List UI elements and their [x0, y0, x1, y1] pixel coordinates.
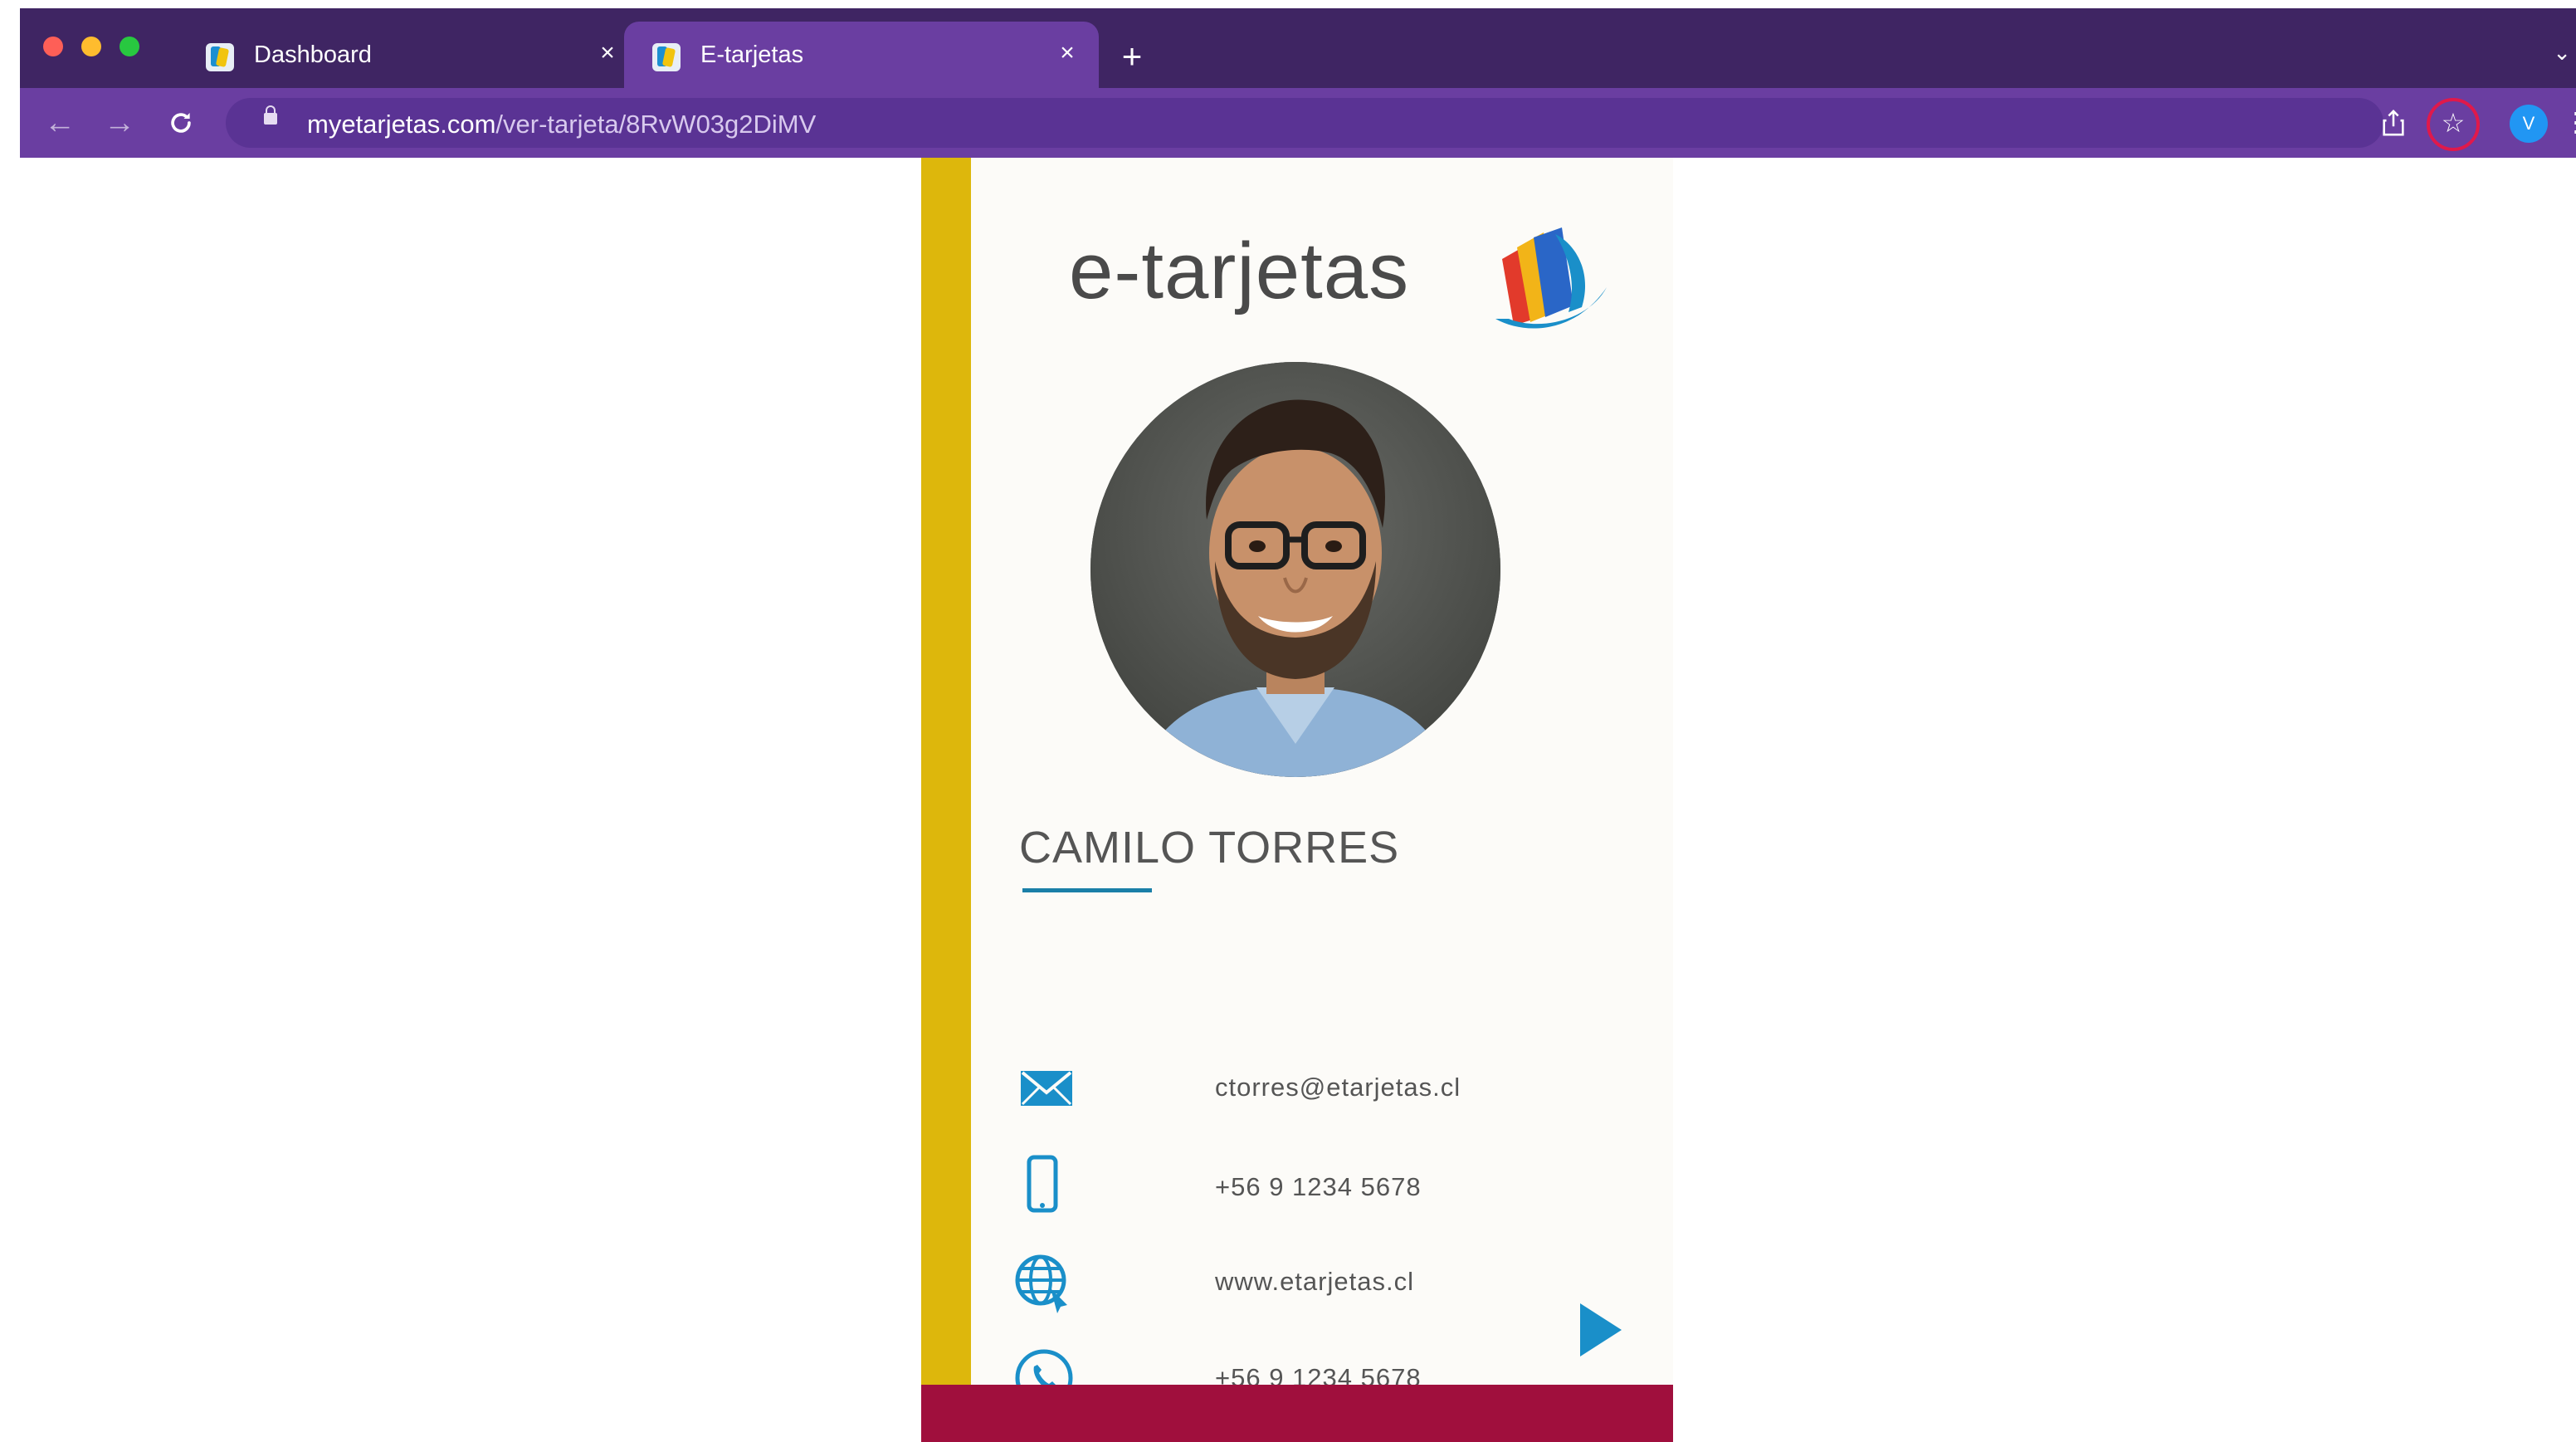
- forward-button[interactable]: →: [101, 105, 138, 141]
- maximize-window-button[interactable]: [120, 37, 139, 56]
- e-tarjetas-logo-icon: [1495, 227, 1607, 329]
- contact-website[interactable]: www.etarjetas.cl: [1012, 1249, 1593, 1315]
- tab-label: Dashboard: [254, 42, 372, 68]
- close-window-button[interactable]: [43, 37, 63, 56]
- reload-icon: [171, 112, 191, 133]
- contact-email[interactable]: ctorres@etarjetas.cl: [1012, 1054, 1593, 1121]
- tab-e-tarjetas[interactable]: E-tarjetas ×: [624, 22, 1099, 88]
- page-content: e-tarjetas CAMILO TORRES ctorres@etarjet…: [20, 158, 2576, 1442]
- close-tab-icon[interactable]: ×: [1051, 37, 1084, 70]
- e-tarjetas-favicon-icon: [206, 43, 234, 71]
- back-button[interactable]: ←: [41, 105, 78, 141]
- close-tab-icon[interactable]: ×: [591, 37, 624, 70]
- url-host: myetarjetas.com: [307, 110, 496, 139]
- minimize-window-button[interactable]: [81, 37, 101, 56]
- share-icon-glyph: [2383, 110, 2404, 136]
- phone-icon: [1027, 1155, 1058, 1213]
- browser-toolbar: ← → myetarjetas.com/ver-tarjeta/8RvW03g2…: [20, 88, 2576, 158]
- business-card: e-tarjetas CAMILO TORRES ctorres@etarjet…: [921, 158, 1673, 1442]
- tab-label: E-tarjetas: [700, 42, 804, 68]
- profile-photo: [1090, 362, 1500, 777]
- globe-icon: [1015, 1254, 1067, 1313]
- person-name: CAMILO TORRES: [1019, 823, 1400, 873]
- reload-button[interactable]: [163, 105, 199, 141]
- tab-dashboard[interactable]: Dashboard ×: [178, 22, 639, 88]
- profile-portrait: [1090, 362, 1500, 777]
- profile-avatar[interactable]: V: [2510, 105, 2548, 143]
- chevron-down-icon[interactable]: ⌄: [2553, 40, 2571, 66]
- next-arrow-button[interactable]: [1570, 1297, 1628, 1363]
- browser-menu-icon[interactable]: ⋮: [2563, 106, 2576, 138]
- new-tab-button[interactable]: +: [1114, 37, 1150, 76]
- name-underline: [1022, 888, 1152, 892]
- bookmark-star-icon[interactable]: ☆: [2435, 105, 2471, 141]
- phone-value: +56 9 1234 5678: [1215, 1172, 1422, 1201]
- address-bar[interactable]: myetarjetas.com/ver-tarjeta/8RvW03g2DiMV: [226, 98, 2383, 148]
- browser-window: Dashboard × E-tarjetas × + ⌄ ← → myetarj…: [20, 8, 2576, 158]
- tab-strip: Dashboard × E-tarjetas × + ⌄: [20, 8, 2576, 88]
- share-icon[interactable]: [2375, 105, 2412, 141]
- url-path: /ver-tarjeta/8RvW03g2DiMV: [495, 110, 817, 139]
- e-tarjetas-favicon-icon: [652, 43, 681, 71]
- website-value: www.etarjetas.cl: [1215, 1267, 1414, 1296]
- email-value: ctorres@etarjetas.cl: [1215, 1073, 1461, 1102]
- lock-icon: [264, 105, 277, 125]
- card-footer-bar: [921, 1385, 1673, 1442]
- envelope-icon: [1021, 1071, 1072, 1106]
- url-text: myetarjetas.com/ver-tarjeta/8RvW03g2DiMV: [307, 110, 816, 139]
- card-side-stripe: [921, 158, 971, 1385]
- contact-phone[interactable]: +56 9 1234 5678: [1012, 1154, 1593, 1220]
- brand-name: e-tarjetas: [1069, 227, 1410, 315]
